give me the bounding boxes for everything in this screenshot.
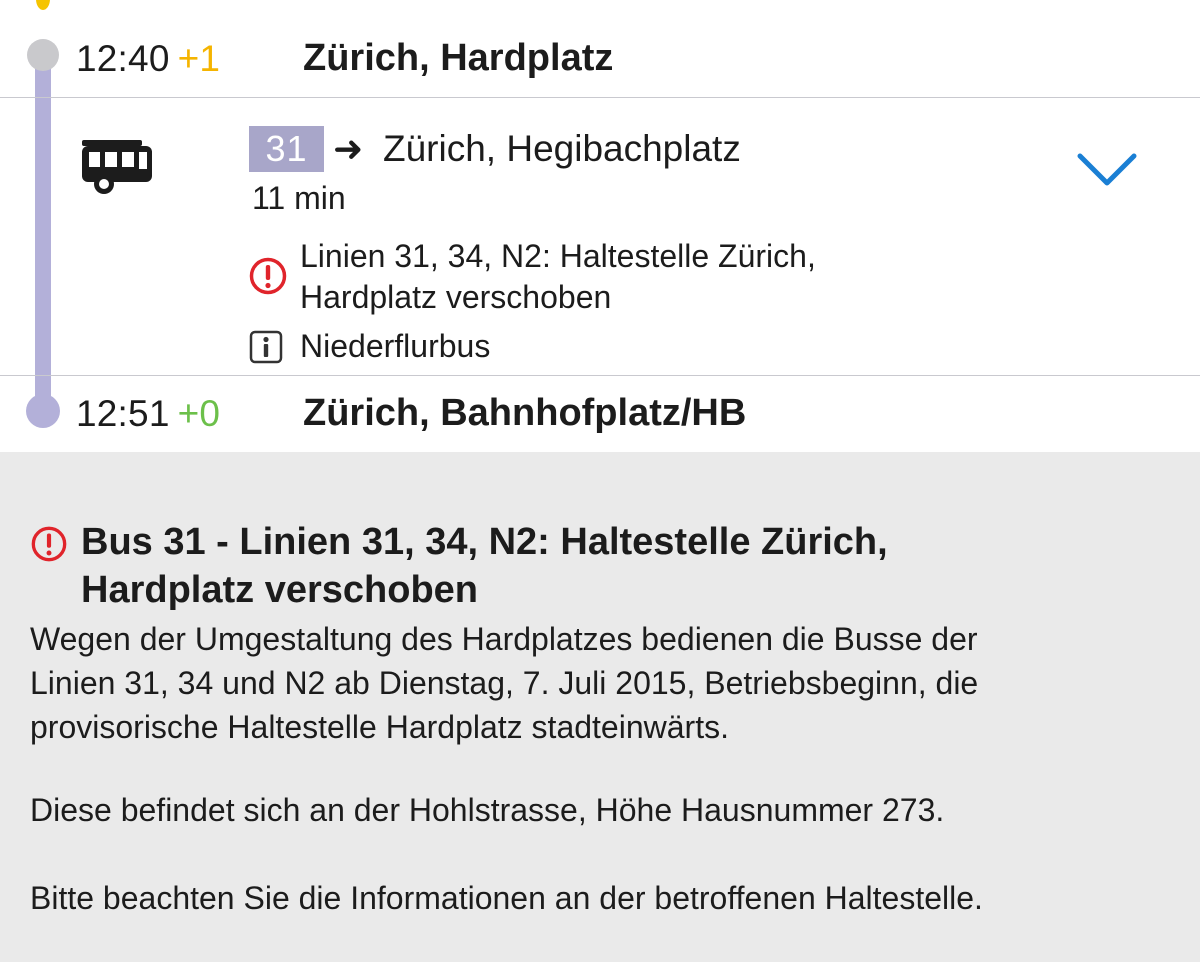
departure-delay: +1 bbox=[177, 38, 221, 79]
timeline-start-node bbox=[27, 39, 59, 71]
paragraph-line: Linien 31, 34 und N2 ab Dienstag, 7. Jul… bbox=[30, 665, 979, 701]
arrival-stop[interactable]: Zürich, Bahnhofplatz/HB bbox=[303, 392, 746, 435]
departure-time: 12:40 bbox=[76, 38, 170, 79]
arrival-time-row: 12:51 +0 bbox=[76, 393, 220, 435]
duration: 11 min bbox=[252, 180, 346, 216]
vehicle-feature: Niederflurbus bbox=[300, 328, 491, 364]
divider bbox=[0, 375, 1200, 376]
disruption-title: Bus 31 - Linien 31, 34, N2: Haltestelle … bbox=[81, 518, 1101, 614]
disruption-title-line2: Hardplatz verschoben bbox=[81, 569, 478, 611]
disruption-paragraph-3: Bitte beachten Sie die Informationen an … bbox=[30, 880, 983, 916]
timeline-bar bbox=[35, 58, 51, 410]
arrival-delay: +0 bbox=[177, 393, 221, 434]
arrival-time: 12:51 bbox=[76, 393, 170, 434]
service-notice-line1: Linien 31, 34, N2: Haltestelle Zürich, bbox=[300, 238, 816, 274]
disruption-paragraph-1: Wegen der Umgestaltung des Hardplatzes b… bbox=[30, 617, 1180, 749]
bus-icon bbox=[82, 140, 152, 194]
warning-icon bbox=[249, 257, 287, 295]
chevron-down-icon[interactable] bbox=[1076, 150, 1138, 190]
disruption-paragraph-2: Diese befindet sich an der Hohlstrasse, … bbox=[30, 792, 945, 828]
destination: Zürich, Hegibachplatz bbox=[383, 128, 741, 169]
info-icon bbox=[249, 330, 283, 364]
service-notice[interactable]: Linien 31, 34, N2: Haltestelle Zürich, H… bbox=[300, 236, 816, 318]
divider bbox=[0, 97, 1200, 98]
direction-arrow: ➜ bbox=[333, 128, 364, 169]
line-badge: 31 bbox=[249, 126, 324, 172]
service-notice-line2: Hardplatz verschoben bbox=[300, 279, 612, 315]
warning-icon bbox=[31, 526, 67, 562]
disruption-title-line1: Bus 31 - Linien 31, 34, N2: Haltestelle … bbox=[81, 521, 888, 563]
paragraph-line: Wegen der Umgestaltung des Hardplatzes b… bbox=[30, 621, 978, 657]
departure-stop[interactable]: Zürich, Hardplatz bbox=[303, 37, 613, 80]
departure-time-row: 12:40 +1 bbox=[76, 38, 220, 80]
previous-segment-dot bbox=[36, 0, 50, 10]
paragraph-line: provisorische Haltestelle Hardplatz stad… bbox=[30, 709, 729, 745]
timeline-end-node bbox=[26, 394, 60, 428]
